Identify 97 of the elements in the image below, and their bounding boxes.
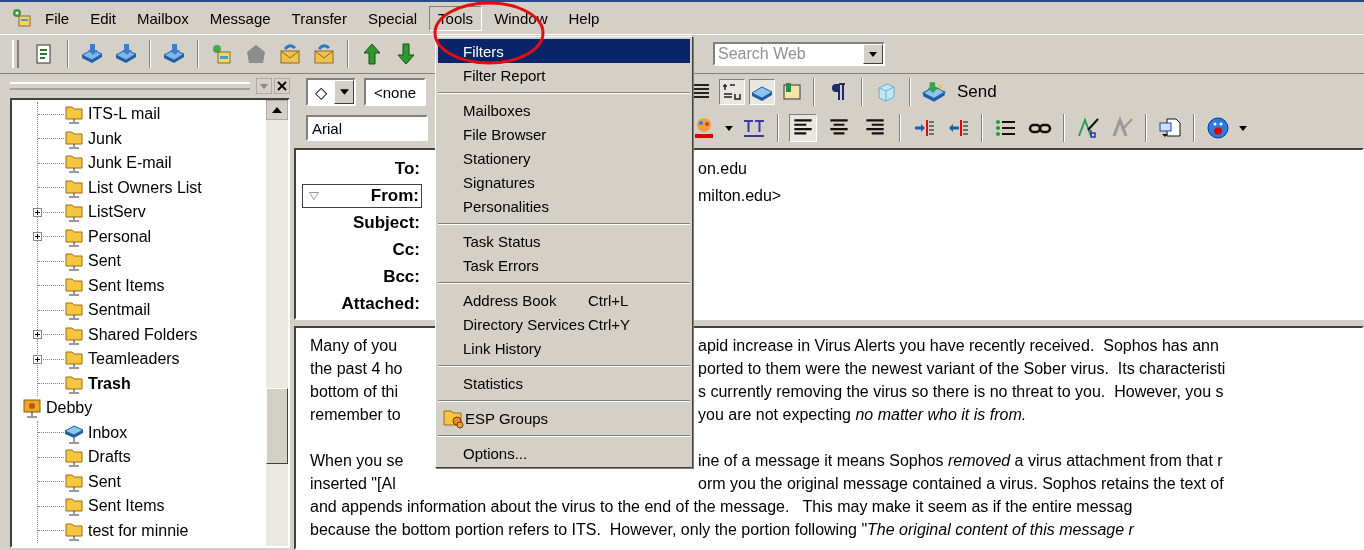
tree-item[interactable]: Junk	[88, 129, 122, 148]
folder-icon	[64, 103, 84, 126]
tree-item[interactable]: Sentmail	[88, 301, 151, 320]
spell-check-icon[interactable]	[1075, 115, 1101, 141]
menu-option[interactable]: Mailboxes	[438, 98, 690, 122]
tab-lines-icon[interactable]	[719, 79, 745, 105]
header-label: Cc:	[392, 239, 420, 260]
header-label: To:	[394, 158, 420, 179]
menu-item[interactable]: Edit	[81, 5, 126, 31]
menu-option[interactable]: Filter Report	[438, 63, 690, 87]
body-text: because the bottom portion refers to ITS. However, only the portion following "The original content of this message r	[310, 520, 1134, 540]
panel-grip[interactable]	[10, 82, 250, 90]
menu-item[interactable]: Special	[358, 5, 427, 31]
scrollbar[interactable]	[266, 100, 288, 546]
toolbar-grip[interactable]	[12, 40, 19, 68]
folder-icon	[64, 495, 84, 518]
menu-option[interactable]: Filters	[438, 39, 690, 63]
header-value[interactable]: milton.edu>	[698, 186, 782, 205]
body-text: Many of you	[310, 336, 399, 356]
tree-item[interactable]: List Owners List	[88, 178, 202, 197]
body-text: s currently removing the virus so there is no threat to you. However, you s	[698, 382, 1224, 402]
folder-icon	[64, 201, 84, 224]
font-field[interactable]: Arial	[306, 115, 428, 141]
header-value[interactable]: on.edu	[698, 159, 747, 178]
menu-option[interactable]: Stationery	[438, 146, 690, 170]
folder-icon	[443, 407, 465, 429]
caret-icon[interactable]	[1239, 125, 1247, 131]
body-text: When you se	[310, 451, 405, 471]
tree-item[interactable]: Shared Folders	[88, 325, 198, 344]
body-text: ine of a message it means Sophos removed a virus attachment from that r	[698, 451, 1223, 471]
folder-icon	[64, 299, 84, 322]
expand-icon[interactable]	[33, 330, 42, 340]
tree-item[interactable]: Junk E-mail	[88, 154, 172, 173]
menu-option[interactable]: File Browser	[438, 122, 690, 146]
body-text: orm you the original message contained a virus. Sophos retains the text of	[698, 474, 1224, 494]
menu-option[interactable]: Directory Services Ctrl+Y	[438, 312, 690, 336]
emoticon-icon[interactable]	[1205, 115, 1231, 141]
personality-icon	[22, 397, 42, 420]
tree-item[interactable]: Sent Items	[88, 497, 165, 516]
priority-dropdown[interactable]: ◇	[306, 78, 356, 106]
menu-item[interactable]: Transfer	[282, 5, 356, 31]
header-label: From:	[370, 185, 419, 206]
body-text: the past 4 ho	[310, 359, 404, 379]
menu-option[interactable]: Address Book Ctrl+L	[438, 288, 690, 312]
tree-item[interactable]: Drafts	[88, 448, 131, 467]
tree-item[interactable]: ListServ	[88, 203, 146, 222]
menu-option[interactable]: Personalities	[438, 194, 690, 218]
tree-item[interactable]: Sent Items	[88, 276, 165, 295]
body-text: remember to	[310, 405, 402, 425]
menu-item[interactable]: Mailbox	[128, 5, 198, 31]
tree-item[interactable]: Debby	[46, 399, 93, 418]
expand-icon[interactable]	[33, 207, 42, 217]
envelope-icon[interactable]	[277, 41, 303, 67]
tree-item[interactable]: Sent	[88, 472, 121, 491]
tree-item[interactable]: Sent	[88, 252, 121, 271]
align-left-icon[interactable]	[789, 114, 817, 142]
menu-option[interactable]: Link History	[438, 336, 690, 360]
menu-item[interactable]: Message	[200, 5, 280, 31]
header-label: Subject:	[352, 212, 420, 233]
menu-item[interactable]: File	[36, 5, 79, 31]
triangle-icon[interactable]	[309, 191, 319, 200]
menu-option[interactable]: Signatures	[438, 170, 690, 194]
menu-item[interactable]: Help	[559, 5, 609, 31]
tree-item[interactable]: Teamleaders	[88, 350, 180, 369]
menu-option[interactable]: Task Status	[438, 229, 690, 253]
scroll-thumb[interactable]	[266, 388, 288, 464]
tree-item[interactable]: test for minnie	[88, 521, 189, 540]
body-text: ported to them were the newest variant of the Sober virus. Its characteristi	[698, 359, 1226, 379]
expand-icon[interactable]	[33, 354, 42, 364]
caret-icon[interactable]	[725, 125, 733, 131]
dropdown-arrow-icon	[869, 51, 877, 57]
expand-icon[interactable]	[33, 232, 42, 242]
envelope-icon[interactable]	[311, 41, 337, 67]
scroll-up-icon[interactable]	[266, 100, 288, 120]
body-text: bottom of thi	[310, 382, 400, 402]
menu-option[interactable]: Task Errors	[438, 253, 690, 277]
menu-option[interactable]: ESP Groups	[438, 406, 690, 430]
body-text: and appends information about the virus to the end of the message. This may make it seem as if the entire messag	[310, 497, 1133, 517]
tree-item[interactable]: ITS-L mail	[88, 105, 161, 124]
dropdown-arrow-icon	[339, 89, 349, 95]
tree-item[interactable]: Personal	[88, 227, 152, 246]
menu-option[interactable]: Options...	[438, 441, 690, 465]
tree-item[interactable]: Inbox	[88, 423, 128, 442]
tree-item[interactable]: Trash	[88, 374, 131, 393]
folder-icon	[64, 152, 84, 175]
body-text: apid increase in Virus Alerts you have recently received. Sophos has ann	[698, 336, 1219, 356]
folder-icon	[64, 446, 84, 469]
tray-icon[interactable]	[749, 79, 775, 105]
folder-icon	[64, 250, 84, 273]
label-dropdown[interactable]: <none	[364, 78, 427, 106]
body-text: you are not expecting no matter who it is from.	[698, 405, 1027, 425]
folder-icon	[64, 348, 84, 371]
header-label: Bcc:	[383, 266, 420, 287]
close-icon[interactable]	[274, 78, 290, 94]
menu-option[interactable]: Statistics	[438, 371, 690, 395]
body-text: inserted "[Al	[310, 474, 397, 494]
header-label: Attached:	[341, 293, 420, 314]
